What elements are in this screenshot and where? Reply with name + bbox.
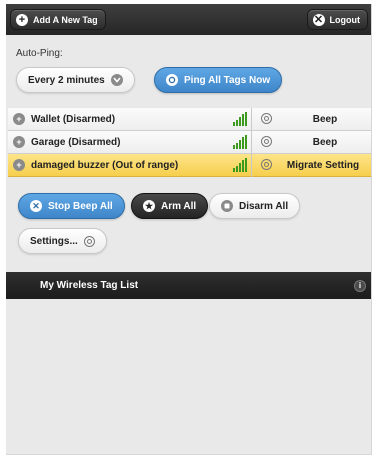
migrate-setting-button[interactable]: Migrate Setting xyxy=(274,160,371,171)
stop-beep-all-label: Stop Beep All xyxy=(48,200,113,212)
top-header: + Add A New Tag ✕ Logout xyxy=(6,4,371,35)
row-divider xyxy=(251,154,252,177)
add-tag-label: Add A New Tag xyxy=(33,14,98,25)
disarm-all-button[interactable]: Disarm All xyxy=(209,193,301,219)
logout-button[interactable]: ✕ Logout xyxy=(306,9,368,30)
tag-row[interactable]: + Wallet (Disarmed) Beep xyxy=(8,108,371,131)
expand-icon[interactable]: + xyxy=(13,159,25,171)
star-icon: ★ xyxy=(143,200,155,212)
expand-icon[interactable]: + xyxy=(13,136,25,148)
add-tag-button[interactable]: + Add A New Tag xyxy=(10,9,106,30)
beep-icon xyxy=(261,136,272,147)
tag-name: damaged buzzer (Out of range) xyxy=(31,160,179,171)
autoping-interval-select[interactable]: Every 2 minutes xyxy=(16,67,135,93)
migrate-icon xyxy=(261,159,272,170)
beep-icon xyxy=(261,113,272,124)
disarm-all-label: Disarm All xyxy=(239,200,289,212)
close-icon: ✕ xyxy=(312,13,325,26)
row-divider xyxy=(251,108,252,131)
signal-strength-icon xyxy=(232,157,248,176)
stop-beep-all-button[interactable]: ✕ Stop Beep All xyxy=(18,193,125,219)
row-divider xyxy=(251,131,252,154)
close-icon: ✕ xyxy=(30,200,42,212)
settings-label: Settings... xyxy=(30,235,78,247)
tag-row-selected[interactable]: + damaged buzzer (Out of range) Migrate … xyxy=(8,154,371,177)
plus-icon: + xyxy=(16,13,28,26)
tag-name: Garage (Disarmed) xyxy=(31,137,121,148)
autoping-interval-value: Every 2 minutes xyxy=(28,74,105,86)
tag-list-title: My Wireless Tag List xyxy=(40,280,139,291)
signal-strength-icon xyxy=(232,111,248,130)
info-icon[interactable]: i xyxy=(354,280,366,292)
refresh-icon xyxy=(166,74,178,86)
tag-list-content xyxy=(6,299,371,454)
ping-all-label: Ping All Tags Now xyxy=(184,74,271,86)
expand-icon[interactable]: + xyxy=(13,113,25,125)
settings-button[interactable]: Settings... xyxy=(18,228,107,254)
tag-list-bar: My Wireless Tag List i xyxy=(6,272,371,299)
logout-label: Logout xyxy=(329,14,361,25)
tag-row[interactable]: + Garage (Disarmed) Beep xyxy=(8,131,371,154)
chevron-down-icon xyxy=(110,74,123,86)
tag-name: Wallet (Disarmed) xyxy=(31,114,116,125)
tag-list: + Wallet (Disarmed) Beep + Garage (Disar… xyxy=(8,108,371,177)
beep-button[interactable]: Beep xyxy=(278,137,371,148)
arm-all-button[interactable]: ★ Arm All xyxy=(131,193,209,219)
signal-strength-icon xyxy=(232,134,248,153)
gear-icon xyxy=(83,235,95,247)
beep-button[interactable]: Beep xyxy=(278,114,371,125)
app-window: + Add A New Tag ✕ Logout Auto-Ping: Ever… xyxy=(6,4,372,455)
disarm-icon xyxy=(221,200,233,212)
arm-all-label: Arm All xyxy=(161,200,197,212)
ping-all-button[interactable]: Ping All Tags Now xyxy=(154,67,283,93)
autoping-label: Auto-Ping: xyxy=(16,48,63,59)
